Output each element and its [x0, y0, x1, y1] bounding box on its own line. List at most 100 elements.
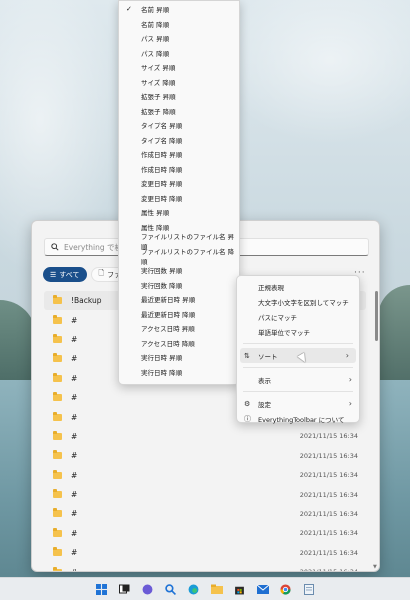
sort-menu-item[interactable]: 作成日時 降順 [119, 162, 239, 177]
menu-item-about[interactable]: ⓘ EverythingToolbar について [237, 411, 359, 426]
menu-item-settings[interactable]: ⚙ 設定 › [237, 396, 359, 411]
sort-menu-item-label: 最近更新日時 昇順 [141, 296, 196, 305]
list-item-name: # [71, 528, 78, 538]
menu-item-settings-label: 設定 [258, 400, 271, 409]
sort-menu-item-label: サイズ 昇順 [141, 64, 176, 73]
sort-menu-item[interactable]: アクセス日時 降順 [119, 336, 239, 351]
folder-icon [53, 450, 62, 460]
folder-icon [53, 392, 62, 402]
menu-separator [243, 343, 353, 344]
sort-menu-item[interactable]: アクセス日時 昇順 [119, 321, 239, 336]
store-icon[interactable] [233, 582, 247, 596]
edge-browser-icon[interactable] [187, 582, 201, 596]
sort-menu-item[interactable]: 拡張子 降順 [119, 104, 239, 119]
sort-menu-item-label: 作成日時 昇順 [141, 151, 183, 160]
search-taskbar-icon[interactable] [164, 582, 178, 596]
sort-menu-item-label: 名前 降順 [141, 20, 170, 29]
list-item-name: # [71, 548, 78, 558]
sort-menu-item[interactable]: 実行回数 昇順 [119, 263, 239, 278]
file-icon: 🗋 [98, 269, 105, 277]
list-item[interactable]: #2021/11/15 16:34 [44, 562, 366, 571]
sort-menu-item[interactable]: 実行日時 昇順 [119, 350, 239, 365]
sort-menu-item[interactable]: 実行回数 降順 [119, 278, 239, 293]
scroll-down-arrow-icon[interactable]: ▼ [373, 564, 377, 570]
list-item-name: # [71, 412, 78, 422]
list-item[interactable]: #2021/11/15 16:34 [44, 446, 366, 465]
menu-item-match-path-label: パスにマッチ [258, 313, 297, 322]
sort-menu-item-label: 属性 降順 [141, 223, 170, 232]
windows-start-icon[interactable] [95, 582, 109, 596]
mail-icon[interactable] [256, 582, 270, 596]
task-view-icon[interactable] [118, 582, 132, 596]
sort-menu-item-label: 属性 昇順 [141, 209, 170, 218]
sort-menu-item[interactable]: ファイルリストのファイル名 降順 [119, 248, 239, 266]
list-item-name: # [71, 431, 78, 441]
sort-menu-item-label: 実行日時 降順 [141, 368, 183, 377]
folder-icon [53, 411, 62, 421]
sort-menu-item-label: タイプ名 降順 [141, 136, 183, 145]
chat-icon[interactable] [141, 582, 155, 596]
menu-item-match-case[interactable]: 大文字小文字を区別してマッチ [237, 294, 359, 309]
menu-item-regex[interactable]: 正規表現 [237, 279, 359, 294]
list-item[interactable]: #2021/11/15 16:34 [44, 543, 366, 562]
filter-all-button[interactable]: ☰ すべて [43, 267, 87, 282]
list-item[interactable]: #2021/11/15 16:34 [44, 504, 366, 523]
sort-menu-item-label: 拡張子 昇順 [141, 93, 176, 102]
gear-icon: ⚙ [244, 399, 251, 408]
menu-item-match-word-label: 単語単位でマッチ [258, 328, 310, 337]
chevron-right-icon: › [345, 351, 349, 360]
sort-menu-item[interactable]: 拡張子 昇順 [119, 89, 239, 104]
sort-menu-item-label: 変更日時 降順 [141, 194, 183, 203]
sort-menu-item[interactable]: タイプ名 降順 [119, 133, 239, 148]
sort-menu-item-label: パス 降順 [141, 49, 170, 58]
list-item[interactable]: #2021/11/15 16:34 [44, 524, 366, 543]
sort-menu-item[interactable]: パス 昇順 [119, 31, 239, 46]
file-explorer-icon[interactable] [210, 582, 224, 596]
list-item[interactable]: #2021/11/15 16:34 [44, 466, 366, 485]
sort-menu-item[interactable]: パス 降順 [119, 46, 239, 61]
sort-menu-item[interactable]: ✓ 名前 昇順 [119, 2, 239, 17]
folder-icon [53, 314, 62, 324]
menu-item-about-label: EverythingToolbar について [258, 415, 345, 424]
sort-menu-item[interactable]: 最近更新日時 降順 [119, 307, 239, 322]
folder-icon [53, 489, 62, 499]
list-item-name: # [71, 393, 78, 403]
chevron-right-icon: › [348, 375, 352, 384]
menu-separator [243, 391, 353, 392]
sort-menu-item[interactable]: 属性 昇順 [119, 205, 239, 220]
checkmark-icon: ✓ [126, 5, 132, 14]
sort-menu-item[interactable]: タイプ名 昇順 [119, 118, 239, 133]
folder-icon [53, 508, 62, 518]
list-item-name: # [71, 373, 78, 383]
sort-menu-item[interactable]: 最近更新日時 昇順 [119, 292, 239, 307]
list-item-date: 2021/11/15 16:34 [299, 432, 358, 441]
sort-menu-item[interactable]: 実行日時 降順 [119, 365, 239, 380]
menu-item-match-case-label: 大文字小文字を区別してマッチ [258, 298, 349, 307]
menu-item-match-word[interactable]: 単語単位でマッチ [237, 324, 359, 339]
notepad-icon[interactable] [302, 582, 316, 596]
list-item[interactable]: #2021/11/15 16:34 [44, 427, 366, 446]
sort-menu-item[interactable]: 作成日時 昇順 [119, 147, 239, 162]
sort-menu-item[interactable]: 変更日時 降順 [119, 191, 239, 206]
sort-menu-item-label: 名前 昇順 [141, 6, 170, 15]
chrome-icon[interactable] [279, 582, 293, 596]
sort-menu-item[interactable]: サイズ 降順 [119, 75, 239, 90]
list-item-name: # [71, 334, 78, 344]
info-icon: ⓘ [244, 414, 251, 423]
options-context-menu: 正規表現 大文字小文字を区別してマッチ パスにマッチ 単語単位でマッチ ⇅ ソー… [236, 275, 360, 426]
sort-menu-item-label: 作成日時 降順 [141, 165, 183, 174]
list-item-name: !Backup [71, 296, 102, 306]
menu-item-match-path[interactable]: パスにマッチ [237, 309, 359, 324]
list-item[interactable]: #2021/11/15 16:34 [44, 485, 366, 504]
results-scrollbar[interactable] [375, 291, 378, 341]
folder-icon [53, 372, 62, 382]
list-icon: ☰ [50, 270, 57, 279]
list-item-name: # [71, 470, 78, 480]
sort-menu-item-label: 実行回数 昇順 [141, 267, 183, 276]
folder-icon [53, 469, 62, 479]
menu-item-view[interactable]: 表示 › [237, 372, 359, 387]
sort-menu-item[interactable]: サイズ 昇順 [119, 60, 239, 75]
list-item-date: 2021/11/15 16:34 [300, 568, 358, 571]
sort-menu-item[interactable]: 名前 降順 [119, 17, 239, 32]
sort-menu-item[interactable]: 変更日時 昇順 [119, 176, 239, 191]
